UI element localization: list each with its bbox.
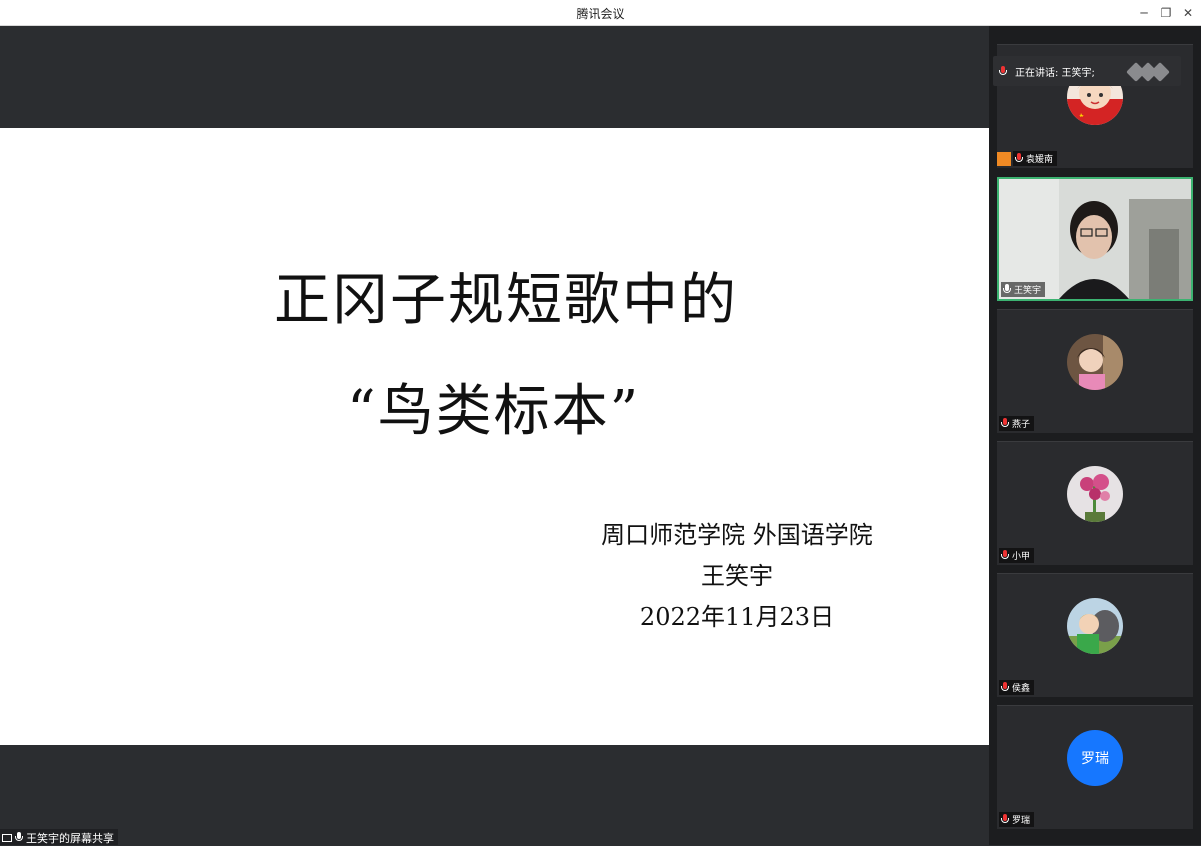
- participant-name: 燕子: [1012, 420, 1031, 430]
- restore-button[interactable]: ❐: [1155, 3, 1177, 23]
- slide-date: 2022年11月23日: [639, 603, 835, 631]
- mic-icon: [15, 832, 23, 843]
- participant-name: 袁媛南: [1026, 155, 1054, 165]
- flower-avatar: [1067, 466, 1123, 522]
- mic-muted-icon: [1001, 418, 1009, 429]
- presentation-slide: 正冈子规短歌中的 “鸟类标本” 周口师范学院 外国语学院 王笑宇 2022年11…: [0, 128, 989, 745]
- participant-tile-2[interactable]: 王笑宇: [997, 177, 1193, 301]
- participant-name-tag: 侯鑫: [999, 680, 1035, 695]
- participant-tile-6[interactable]: 罗瑞 罗瑞: [997, 705, 1193, 829]
- participant-name-tag: 小甲: [999, 548, 1035, 563]
- screen-share-tag: 王笑宇的屏幕共享: [0, 829, 118, 845]
- close-button[interactable]: ✕: [1177, 3, 1199, 23]
- speaking-wave-icon: [1126, 62, 1170, 82]
- mic-muted-icon: [999, 65, 1007, 77]
- host-badge-icon: [997, 152, 1011, 166]
- participant-name-tag: 袁媛南: [1013, 151, 1058, 166]
- camera-video: [999, 179, 1191, 299]
- mic-muted-icon: [1001, 682, 1009, 693]
- slide-title-line2: “鸟类标本”: [347, 379, 641, 444]
- mic-muted-icon: [1001, 814, 1009, 825]
- slide-title-line1: 正冈子规短歌中的: [274, 268, 738, 333]
- title-bar: 腾讯会议 ─ ❐ ✕: [0, 0, 1201, 26]
- window-title: 腾讯会议: [576, 7, 625, 21]
- participant-tile-4[interactable]: 小甲: [997, 441, 1193, 565]
- participant-sidebar: 正在讲话: 王笑宇; 袁媛南 王笑宇 燕子 小甲 侯鑫 罗瑞 罗瑞: [989, 26, 1201, 845]
- speaking-indicator: 正在讲话: 王笑宇;: [993, 56, 1181, 86]
- participant-name: 侯鑫: [1012, 684, 1031, 694]
- participant-name: 小甲: [1012, 552, 1031, 562]
- mic-icon: [1003, 284, 1011, 295]
- participant-name-tag: 王笑宇: [1001, 282, 1046, 297]
- slide-affiliation: 周口师范学院 外国语学院: [601, 521, 873, 549]
- participant-name-tag: 罗瑞: [999, 812, 1035, 827]
- child-dog-avatar: [1067, 598, 1123, 654]
- participant-tile-3[interactable]: 燕子: [997, 309, 1193, 433]
- participant-name: 罗瑞: [1012, 816, 1031, 826]
- participant-name-tag: 燕子: [999, 416, 1035, 431]
- screen-share-icon: [2, 833, 12, 842]
- participant-name: 王笑宇: [1014, 286, 1042, 296]
- mic-muted-icon: [1001, 550, 1009, 561]
- mic-muted-icon: [1015, 153, 1023, 164]
- minimize-button[interactable]: ─: [1133, 3, 1155, 23]
- speaking-label: 正在讲话: 王笑宇;: [1015, 67, 1095, 79]
- screen-share-label: 王笑宇的屏幕共享: [26, 831, 114, 845]
- shared-screen-area: 正冈子规短歌中的 “鸟类标本” 周口师范学院 外国语学院 王笑宇 2022年11…: [0, 26, 989, 845]
- slide-author: 王笑宇: [701, 562, 773, 590]
- photo-avatar: [1067, 334, 1123, 390]
- initials-avatar: 罗瑞: [1067, 730, 1123, 786]
- participant-tile-5[interactable]: 侯鑫: [997, 573, 1193, 697]
